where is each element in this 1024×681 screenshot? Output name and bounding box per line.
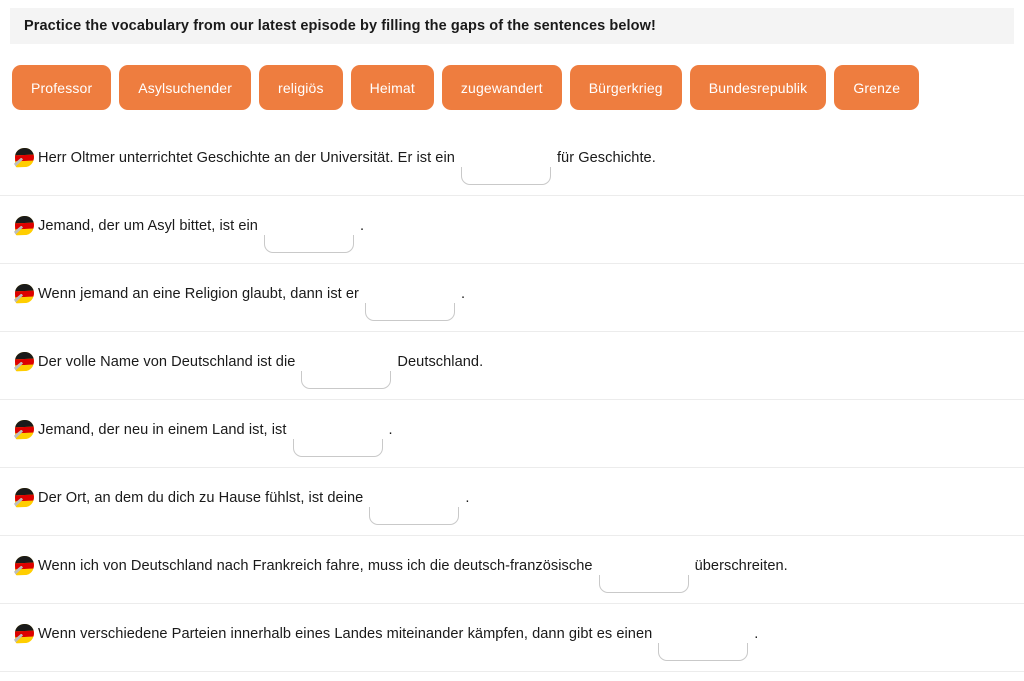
sentence-text-after: . — [359, 217, 365, 234]
german-flag-icon — [14, 487, 35, 509]
drop-zone-top-mask — [367, 488, 462, 507]
sentence-text-after: . — [388, 421, 393, 438]
drop-zone-top-mask — [656, 624, 751, 643]
sentence-row: Herr Oltmer unterrichtet Geschichte an d… — [0, 128, 1024, 196]
german-flag-icon — [14, 283, 35, 305]
answer-drop-zone[interactable] — [362, 284, 457, 321]
answer-drop-zone[interactable] — [656, 624, 751, 661]
drop-zone-top-mask — [261, 216, 356, 235]
word-chip[interactable]: Bundesrepublik — [689, 65, 827, 110]
sentence-text-after: . — [754, 625, 759, 642]
german-flag-icon — [14, 555, 35, 577]
word-chip[interactable]: Professor — [12, 65, 112, 110]
answer-drop-zone[interactable] — [299, 352, 394, 389]
word-chip[interactable]: Asylsuchender — [119, 65, 252, 110]
word-chip[interactable]: Bürgerkrieg — [569, 65, 682, 110]
sentence-row: Wenn verschiedene Parteien innerhalb ein… — [0, 604, 1024, 672]
word-chip[interactable]: religiös — [259, 65, 343, 110]
sentence-row: Der volle Name von Deutschland ist die De… — [0, 332, 1024, 400]
exercise-page: Practice the vocabulary from our latest … — [0, 0, 1024, 681]
german-flag-icon — [14, 419, 35, 441]
answer-drop-zone[interactable] — [596, 556, 691, 593]
drop-zone-top-mask — [362, 284, 457, 303]
word-chip[interactable]: Heimat — [350, 65, 434, 110]
german-flag-icon — [14, 215, 35, 237]
sentence-text-after: . — [460, 285, 466, 302]
sentence-row: Jemand, der um Asyl bittet, ist ein. — [0, 196, 1024, 264]
sentence-text-before: Wenn verschiedene Parteien innerhalb ein… — [38, 625, 653, 642]
sentence-text-before: Herr Oltmer unterrichtet Geschichte an d… — [38, 149, 455, 166]
german-flag-icon — [14, 351, 35, 373]
sentence-row: Der Ort, an dem du dich zu Hause fühlst,… — [0, 468, 1024, 536]
answer-drop-zone[interactable] — [261, 216, 356, 253]
sentence-text-before: Wenn jemand an eine Religion glaubt, dan… — [38, 285, 359, 302]
sentence-text-before: Jemand, der neu in einem Land ist, ist — [38, 421, 287, 438]
sentence-list: Herr Oltmer unterrichtet Geschichte an d… — [0, 128, 1024, 672]
sentence-text-before: Jemand, der um Asyl bittet, ist ein — [38, 217, 258, 234]
drop-zone-top-mask — [299, 352, 394, 371]
drop-zone-top-mask — [596, 556, 691, 575]
sentence-text-after: für Geschichte. — [556, 149, 656, 166]
drop-zone-top-mask — [290, 420, 385, 439]
word-chip[interactable]: Grenze — [834, 65, 920, 110]
answer-drop-zone[interactable] — [290, 420, 385, 457]
sentence-text-after: . — [465, 489, 470, 506]
sentence-text-after: Deutschland. — [397, 353, 484, 370]
word-chip[interactable]: zugewandert — [441, 65, 562, 110]
instruction-banner: Practice the vocabulary from our latest … — [10, 8, 1014, 44]
german-flag-icon — [14, 623, 35, 645]
sentence-row: Wenn jemand an eine Religion glaubt, dan… — [0, 264, 1024, 332]
sentence-text-before: Der Ort, an dem du dich zu Hause fühlst,… — [38, 489, 364, 506]
answer-drop-zone[interactable] — [367, 488, 462, 525]
answer-drop-zone[interactable] — [458, 148, 553, 185]
sentence-text-before: Der volle Name von Deutschland ist die — [38, 353, 296, 370]
sentence-row: Jemand, der neu in einem Land ist, ist. — [0, 400, 1024, 468]
sentence-text-before: Wenn ich von Deutschland nach Frankreich… — [38, 557, 593, 574]
sentence-text-after: überschreiten. — [694, 557, 788, 574]
german-flag-icon — [14, 147, 35, 169]
drop-zone-top-mask — [458, 148, 553, 167]
sentence-row: Wenn ich von Deutschland nach Frankreich… — [0, 536, 1024, 604]
instruction-text: Practice the vocabulary from our latest … — [24, 18, 656, 34]
word-bank: Professor Asylsuchender religiös Heimat zuge… — [12, 65, 1012, 110]
